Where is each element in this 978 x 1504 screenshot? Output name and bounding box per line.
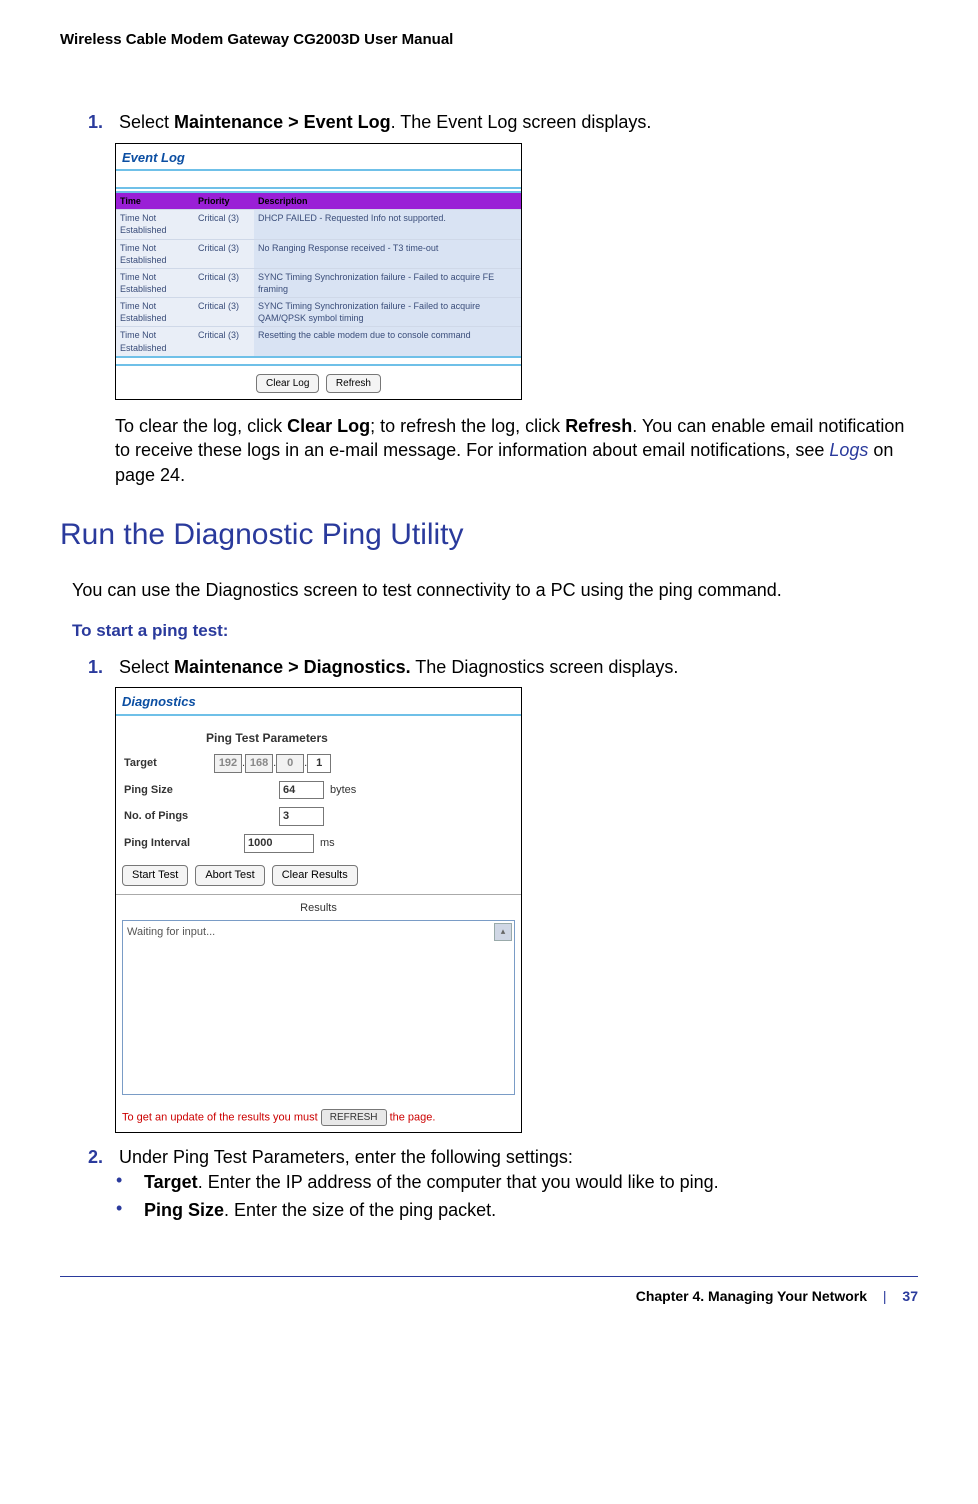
page-number: 37 xyxy=(902,1288,918,1304)
clear-results-button[interactable]: Clear Results xyxy=(272,865,358,886)
refresh-button[interactable]: Refresh xyxy=(326,374,381,394)
target-row: Target 192. 168. 0. 1 xyxy=(116,750,521,777)
target-label: Target xyxy=(124,756,214,771)
diagnostics-title: Diagnostics xyxy=(116,688,521,716)
subheading: To start a ping test: xyxy=(72,620,918,643)
unit: bytes xyxy=(330,783,356,798)
ping-size-row: Ping Size 64 bytes xyxy=(116,777,521,804)
ip-octet-1[interactable]: 192 xyxy=(214,754,242,773)
event-log-title: Event Log xyxy=(116,144,521,172)
col-priority: Priority xyxy=(194,192,254,210)
doc-header: Wireless Cable Modem Gateway CG2003D Use… xyxy=(60,30,918,50)
text: Select xyxy=(119,112,174,132)
param-header: Ping Test Parameters xyxy=(116,724,521,750)
diag-step-1: 1. Select Maintenance > Diagnostics. The… xyxy=(88,655,918,679)
ip-octet-2[interactable]: 168 xyxy=(245,754,273,773)
scroll-up-icon[interactable]: ▴ xyxy=(494,923,512,941)
diagnostics-screenshot: Diagnostics Ping Test Parameters Target … xyxy=(115,687,522,1133)
logs-link[interactable]: Logs xyxy=(829,440,868,460)
step-1: 1. Select Maintenance > Event Log. The E… xyxy=(88,110,918,134)
step-number: 1. xyxy=(88,110,114,134)
ping-size-input[interactable]: 64 xyxy=(279,781,324,800)
no-pings-row: No. of Pings 3 xyxy=(116,803,521,830)
no-pings-label: No. of Pings xyxy=(124,809,279,824)
interval-label: Ping Interval xyxy=(124,836,244,851)
bullet-icon: • xyxy=(116,1170,144,1194)
results-textarea[interactable]: Waiting for input... ▴ xyxy=(122,920,515,1095)
table-row: Time Not EstablishedCritical (3)Resettin… xyxy=(116,327,521,357)
refresh-results-button[interactable]: REFRESH xyxy=(321,1109,387,1127)
chapter-label: Chapter 4. Managing Your Network xyxy=(636,1288,867,1304)
section-heading: Run the Diagnostic Ping Utility xyxy=(60,515,918,556)
results-footer: To get an update of the results you must… xyxy=(116,1101,521,1133)
paragraph: To clear the log, click Clear Log; to re… xyxy=(115,414,918,487)
step-number: 2. xyxy=(88,1145,114,1169)
table-row: Time Not EstablishedCritical (3)DHCP FAI… xyxy=(116,210,521,239)
bullet-item: • Target. Enter the IP address of the co… xyxy=(116,1170,918,1194)
paragraph: You can use the Diagnostics screen to te… xyxy=(72,578,918,602)
event-log-table: Time Priority Description Time Not Estab… xyxy=(116,191,521,358)
event-log-screenshot: Event Log Time Priority Description Time… xyxy=(115,143,522,401)
ping-size-label: Ping Size xyxy=(124,783,279,798)
clear-log-button[interactable]: Clear Log xyxy=(256,374,319,394)
abort-test-button[interactable]: Abort Test xyxy=(195,865,264,886)
table-row: Time Not EstablishedCritical (3)SYNC Tim… xyxy=(116,268,521,297)
text: . The Event Log screen displays. xyxy=(391,112,652,132)
start-test-button[interactable]: Start Test xyxy=(122,865,188,886)
interval-row: Ping Interval 1000 ms xyxy=(116,830,521,857)
col-time: Time xyxy=(116,192,194,210)
page-footer: Chapter 4. Managing Your Network | 37 xyxy=(60,1276,918,1306)
ip-octet-4[interactable]: 1 xyxy=(307,754,331,773)
table-row: Time Not EstablishedCritical (3)No Rangi… xyxy=(116,239,521,268)
results-label: Results xyxy=(122,899,515,920)
no-pings-input[interactable]: 3 xyxy=(279,807,324,826)
table-row: Time Not EstablishedCritical (3)SYNC Tim… xyxy=(116,298,521,327)
interval-input[interactable]: 1000 xyxy=(244,834,314,853)
bullet-icon: • xyxy=(116,1198,144,1222)
bullet-item: • Ping Size. Enter the size of the ping … xyxy=(116,1198,918,1222)
step-number: 1. xyxy=(88,655,114,679)
diag-step-2: 2. Under Ping Test Parameters, enter the… xyxy=(88,1145,918,1169)
unit: ms xyxy=(320,836,335,851)
ip-octet-3[interactable]: 0 xyxy=(276,754,304,773)
col-description: Description xyxy=(254,192,521,210)
menu-path: Maintenance > Event Log xyxy=(174,112,391,132)
